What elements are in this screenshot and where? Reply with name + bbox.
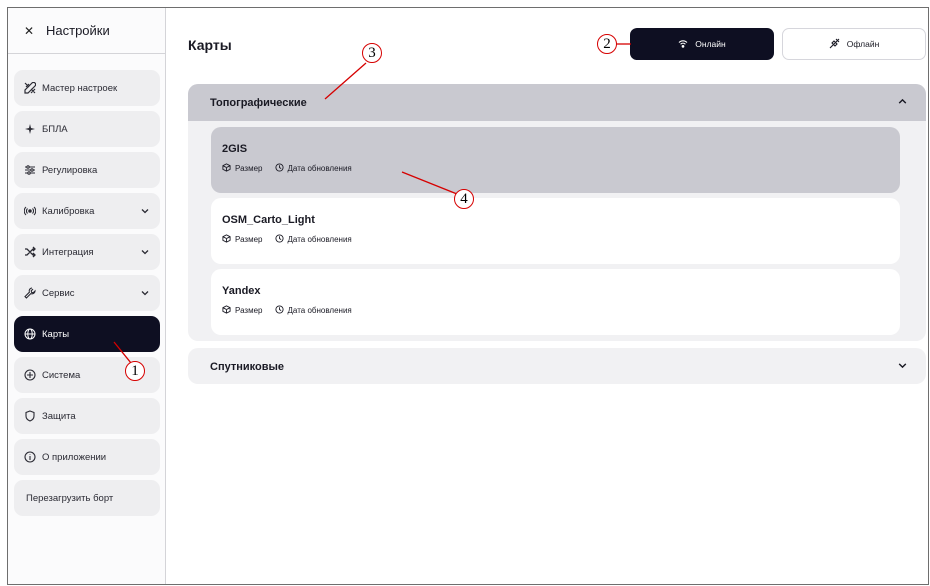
- map-meta-item: Дата обновления: [274, 163, 352, 174]
- chevron-down-icon: [897, 360, 908, 374]
- satellite-off-icon: [829, 38, 840, 51]
- sidebar-item-label: Интеграция: [42, 246, 94, 258]
- satellite-group-header[interactable]: Спутниковые: [188, 348, 926, 385]
- map-name: 2GIS: [222, 143, 248, 155]
- group-title: Спутниковые: [210, 360, 284, 373]
- shield-icon: [23, 409, 37, 423]
- map-meta-item: Размер: [222, 234, 263, 245]
- map-meta-item: Дата обновления: [274, 305, 352, 316]
- topographic-group: Топографические 2GIS Размер Дата обновле…: [188, 84, 926, 341]
- map-meta-item: Дата обновления: [274, 234, 352, 245]
- map-card-osm-carto-light[interactable]: OSM_Carto_Light Размер Дата обновления: [211, 198, 900, 264]
- package-icon: [222, 234, 231, 245]
- sidebar-item-calibration[interactable]: Калибровка: [14, 193, 160, 229]
- page-title: Карты: [188, 37, 232, 53]
- sidebar-title: Настройки: [46, 23, 110, 38]
- maps-page: Карты Онлайн Офлайн Топографические 2GIS: [166, 8, 930, 584]
- sliders-icon: [23, 163, 37, 177]
- map-size-label: Размер: [235, 235, 263, 244]
- map-meta: Размер Дата обновления: [222, 163, 889, 174]
- sidebar-item-about[interactable]: О приложении: [14, 439, 160, 475]
- topographic-group-header[interactable]: Топографические: [188, 84, 926, 121]
- map-card-yandex[interactable]: Yandex Размер Дата обновления: [211, 269, 900, 335]
- map-updated-label: Дата обновления: [287, 164, 352, 173]
- sidebar-item-label: Сервис: [42, 287, 75, 299]
- sidebar-item-label: Перезагрузить борт: [26, 492, 114, 504]
- sidebar-item-adjustment[interactable]: Регулировка: [14, 152, 160, 188]
- clock-icon: [274, 305, 284, 316]
- satellite-group: Спутниковые: [188, 348, 926, 384]
- sidebar-item-setup-wizard[interactable]: Мастер настроек: [14, 70, 160, 106]
- map-card-2gis[interactable]: 2GIS Размер Дата обновления: [211, 127, 900, 193]
- annotation-marker-1: 1: [125, 361, 145, 381]
- plane-icon: [23, 122, 37, 136]
- map-name: Yandex: [222, 285, 261, 297]
- online-mode-label: Онлайн: [695, 39, 726, 49]
- wizard-tools-icon: [23, 81, 37, 95]
- sidebar-item-label: БПЛА: [42, 123, 68, 135]
- map-size-label: Размер: [235, 306, 263, 315]
- wifi-icon: [678, 39, 688, 50]
- sidebar-item-uav[interactable]: БПЛА: [14, 111, 160, 147]
- chevron-up-icon: [897, 96, 908, 110]
- app-window: ✕ Настройки Мастер настроек БПЛА Регулир…: [7, 7, 929, 585]
- settings-sidebar: ✕ Настройки Мастер настроек БПЛА Регулир…: [8, 8, 166, 584]
- annotation-marker-2: 2: [597, 34, 617, 54]
- annotation-marker-4: 4: [454, 189, 474, 209]
- chevron-down-icon[interactable]: [139, 205, 151, 217]
- map-meta-item: Размер: [222, 305, 263, 316]
- offline-mode-button[interactable]: Офлайн: [782, 28, 926, 60]
- sidebar-item-reboot[interactable]: Перезагрузить борт: [14, 480, 160, 516]
- package-icon: [222, 163, 231, 174]
- map-meta: Размер Дата обновления: [222, 305, 889, 316]
- sidebar-item-label: Защита: [42, 410, 76, 422]
- chevron-down-icon[interactable]: [139, 246, 151, 258]
- sidebar-item-service[interactable]: Сервис: [14, 275, 160, 311]
- offline-mode-label: Офлайн: [846, 39, 880, 49]
- sidebar-item-label: Мастер настроек: [42, 82, 118, 94]
- chevron-down-icon[interactable]: [139, 287, 151, 299]
- sidebar-item-label: Карты: [42, 328, 70, 340]
- shuffle-icon: [23, 245, 37, 259]
- map-meta-item: Размер: [222, 163, 263, 174]
- sidebar-item-label: Регулировка: [42, 164, 98, 176]
- sidebar-item-protection[interactable]: Защита: [14, 398, 160, 434]
- sidebar-item-label: Калибровка: [42, 205, 95, 217]
- map-name: OSM_Carto_Light: [222, 214, 315, 226]
- system-icon: [23, 368, 37, 382]
- clock-icon: [274, 234, 284, 245]
- close-icon[interactable]: ✕: [22, 24, 36, 38]
- package-icon: [222, 305, 231, 316]
- wrench-icon: [23, 286, 37, 300]
- map-size-label: Размер: [235, 164, 263, 173]
- sidebar-menu: Мастер настроек БПЛА Регулировка Калибро…: [14, 70, 160, 521]
- sidebar-item-integration[interactable]: Интеграция: [14, 234, 160, 270]
- sidebar-item-label: О приложении: [42, 451, 107, 463]
- annotation-marker-3: 3: [362, 43, 382, 63]
- info-icon: [23, 450, 37, 464]
- sidebar-header: ✕ Настройки: [8, 8, 165, 54]
- radio-signal-icon: [23, 204, 37, 218]
- globe-icon: [23, 327, 37, 341]
- sidebar-item-maps[interactable]: Карты: [14, 316, 160, 352]
- map-meta: Размер Дата обновления: [222, 234, 889, 245]
- map-updated-label: Дата обновления: [287, 306, 352, 315]
- map-updated-label: Дата обновления: [287, 235, 352, 244]
- group-title: Топографические: [210, 96, 307, 109]
- clock-icon: [274, 163, 284, 174]
- online-mode-button[interactable]: Онлайн: [630, 28, 774, 60]
